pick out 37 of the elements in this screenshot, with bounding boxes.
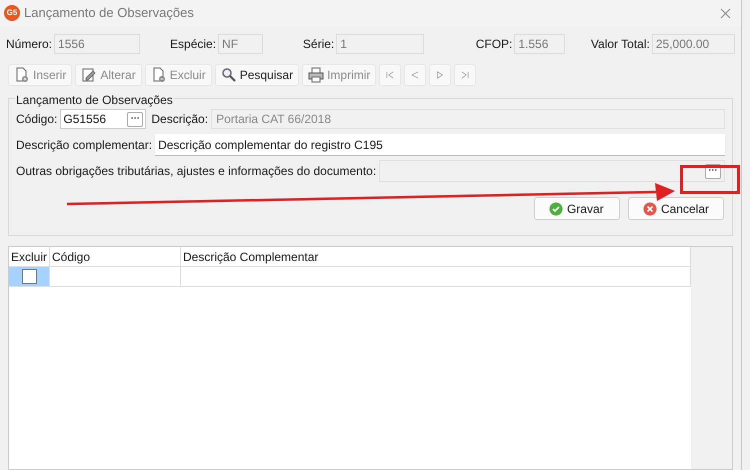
- readonly-field: 1556: [54, 34, 140, 54]
- toolbar-button[interactable]: Pesquisar: [214, 64, 300, 86]
- cancel-icon: [642, 202, 657, 216]
- highlight-box: [680, 165, 740, 194]
- field-label: Série:: [302, 36, 334, 53]
- readonly-field: 1: [336, 34, 424, 54]
- field-label: Número:: [6, 36, 52, 53]
- readonly-field: NF: [218, 34, 263, 54]
- pencil-document-icon: [81, 67, 98, 83]
- readonly-field: 25,000.00: [652, 34, 735, 54]
- cancel-button[interactable]: Cancelar: [628, 197, 724, 220]
- field-label: Descrição complementar:: [16, 137, 152, 154]
- window-title: Lançamento de Observações: [24, 4, 194, 22]
- document-minus-icon: [150, 67, 167, 83]
- field-label: Outras obrigações tributárias, ajustes e informações do documento:: [16, 163, 376, 180]
- field-label: Código:: [16, 111, 58, 128]
- field-label: Espécie:: [170, 36, 216, 53]
- column-header[interactable]: Código: [50, 247, 181, 266]
- save-button[interactable]: Gravar: [534, 197, 620, 220]
- complement-field[interactable]: Descrição complementar do registro C195: [155, 134, 725, 156]
- search-icon: [220, 67, 237, 83]
- field-label: Valor Total:: [590, 36, 650, 53]
- ellipsis-button[interactable]: ···: [127, 112, 144, 126]
- field-label: CFOP:: [476, 36, 512, 53]
- field-label: Descrição:: [151, 111, 208, 128]
- printer-icon: [308, 67, 324, 83]
- check-icon: [548, 202, 563, 216]
- close-icon[interactable]: [720, 8, 731, 18]
- code-field[interactable]: G51556 ···: [60, 109, 146, 129]
- readonly-field: 1.556: [514, 34, 565, 54]
- table-cell[interactable]: [9, 267, 50, 286]
- obligations-field[interactable]: ···: [379, 160, 725, 182]
- document-plus-icon: [14, 67, 30, 83]
- checkbox[interactable]: [22, 269, 36, 284]
- app-logo: G5: [4, 5, 20, 21]
- description-field: Portaria CAT 66/2018: [211, 109, 725, 129]
- column-header[interactable]: Excluir: [9, 247, 50, 266]
